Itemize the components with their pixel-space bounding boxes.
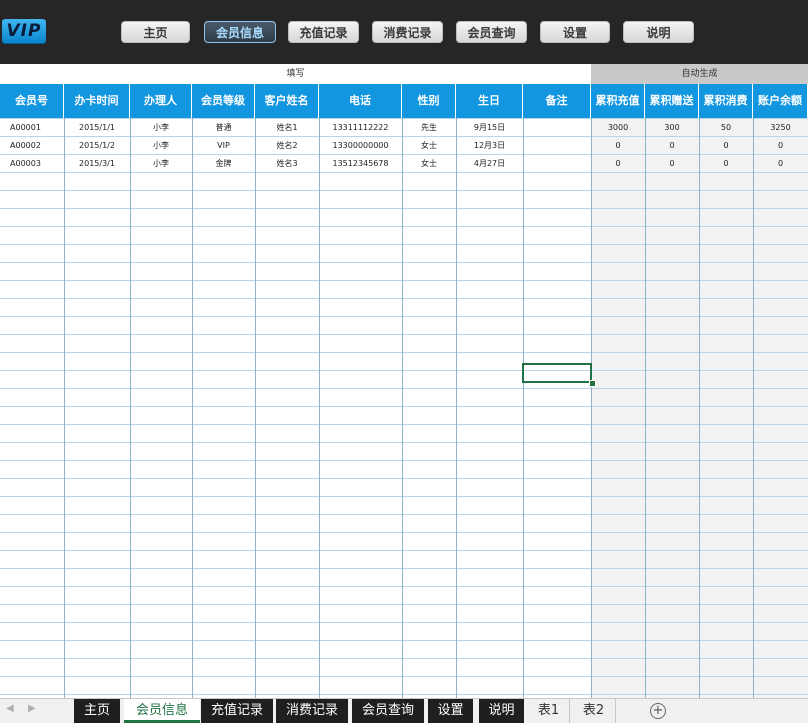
table-cell[interactable]: 3250 — [753, 119, 808, 137]
table-cell[interactable]: A00002 — [0, 137, 64, 155]
table-cell[interactable]: 9月15日 — [456, 119, 523, 137]
tab-scroll-right-icon[interactable]: ▶ — [28, 703, 36, 714]
table-cell[interactable]: A00003 — [0, 155, 64, 173]
table-cell[interactable]: 50 — [699, 119, 753, 137]
table-cell[interactable]: 0 — [645, 155, 699, 173]
sheet-tab[interactable]: 消费记录 — [276, 699, 350, 723]
group-header-auto: 自动生成 — [591, 64, 808, 84]
nav-consumption-records-button[interactable]: 消费记录 — [372, 21, 443, 43]
table-cell[interactable]: 小李 — [130, 155, 192, 173]
table-cell[interactable]: 0 — [591, 137, 645, 155]
table-cell[interactable] — [523, 119, 591, 137]
column-header[interactable]: 会员号 — [0, 84, 64, 118]
table-cell[interactable]: 13512345678 — [319, 155, 402, 173]
sheet-tab[interactable]: 主页 — [74, 699, 122, 723]
table-cell[interactable]: 女士 — [402, 155, 456, 173]
table-cell[interactable]: 0 — [699, 155, 753, 173]
column-header[interactable]: 账户余额 — [753, 84, 808, 118]
member-info-sheet[interactable]: 填写 自动生成 会员号 办卡时间 办理人 会员等级 客户姓名 电话 性别 生日 备注 累积充值 累积… — [0, 64, 808, 698]
column-header[interactable]: 备注 — [523, 84, 591, 118]
nav-settings-button[interactable]: 设置 — [540, 21, 610, 43]
table-cell[interactable]: VIP — [192, 137, 255, 155]
table-cell[interactable]: 金牌 — [192, 155, 255, 173]
column-header[interactable]: 累积赠送 — [645, 84, 699, 118]
table-cell[interactable] — [523, 155, 591, 173]
table-cell[interactable]: 0 — [753, 137, 808, 155]
table-cell[interactable]: 小李 — [130, 119, 192, 137]
table-cell[interactable]: 0 — [645, 137, 699, 155]
sheet-tab[interactable]: 充值记录 — [201, 699, 275, 723]
fill-handle[interactable] — [589, 380, 596, 387]
table-cell[interactable]: 姓名2 — [255, 137, 319, 155]
table-cell[interactable]: A00001 — [0, 119, 64, 137]
table-cell[interactable]: 女士 — [402, 137, 456, 155]
table-cell[interactable]: 300 — [645, 119, 699, 137]
table-cell[interactable]: 13311112222 — [319, 119, 402, 137]
column-header[interactable]: 办卡时间 — [64, 84, 130, 118]
column-header[interactable]: 累积充值 — [591, 84, 645, 118]
sheet-tab[interactable]: 表1 — [528, 699, 570, 723]
table-cell[interactable]: 2015/1/1 — [64, 119, 130, 137]
column-header[interactable]: 电话 — [319, 84, 402, 118]
table-cell[interactable]: 2015/1/2 — [64, 137, 130, 155]
table-cell[interactable]: 4月27日 — [456, 155, 523, 173]
table-cell[interactable]: 0 — [591, 155, 645, 173]
group-header-fill: 填写 — [0, 64, 591, 84]
table-cell[interactable]: 先生 — [402, 119, 456, 137]
nav-home-button[interactable]: 主页 — [121, 21, 190, 43]
sheet-tab[interactable]: 会员信息 — [124, 699, 200, 723]
table-cell[interactable]: 姓名1 — [255, 119, 319, 137]
table-cell[interactable]: 2015/3/1 — [64, 155, 130, 173]
column-header[interactable]: 累积消费 — [699, 84, 753, 118]
vip-logo: VIP — [2, 19, 46, 43]
nav-help-button[interactable]: 说明 — [623, 21, 694, 43]
tab-scroll-left-icon[interactable]: ◀ — [6, 703, 14, 714]
column-header[interactable]: 客户姓名 — [255, 84, 319, 118]
column-header[interactable]: 生日 — [456, 84, 523, 118]
column-header[interactable]: 性别 — [402, 84, 456, 118]
table-cell[interactable]: 0 — [753, 155, 808, 173]
table-cell[interactable]: 0 — [699, 137, 753, 155]
nav-recharge-records-button[interactable]: 充值记录 — [288, 21, 359, 43]
sheet-tab[interactable]: 表2 — [572, 699, 616, 723]
sheet-tab-bar: ◀ ▶ 主页 会员信息 充值记录 消费记录 会员查询 设置 说明 表1 表2 + — [0, 698, 808, 723]
nav-member-info-button[interactable]: 会员信息 — [204, 21, 276, 43]
table-cell[interactable]: 12月3日 — [456, 137, 523, 155]
table-cell[interactable]: 普通 — [192, 119, 255, 137]
sheet-tab[interactable]: 会员查询 — [352, 699, 426, 723]
table-cell[interactable]: 3000 — [591, 119, 645, 137]
sheet-tab[interactable]: 说明 — [479, 699, 526, 723]
table-cell[interactable]: 13300000000 — [319, 137, 402, 155]
top-nav-bar: VIP 主页 会员信息 充值记录 消费记录 会员查询 设置 说明 — [0, 0, 808, 64]
column-header[interactable]: 办理人 — [130, 84, 192, 118]
selected-cell[interactable] — [522, 363, 592, 383]
nav-member-query-button[interactable]: 会员查询 — [456, 21, 527, 43]
table-cell[interactable]: 小李 — [130, 137, 192, 155]
plus-circle-icon[interactable]: + — [650, 703, 666, 719]
table-cell[interactable]: 姓名3 — [255, 155, 319, 173]
sheet-tab[interactable]: 设置 — [428, 699, 475, 723]
column-header[interactable]: 会员等级 — [192, 84, 255, 118]
table-cell[interactable] — [523, 137, 591, 155]
